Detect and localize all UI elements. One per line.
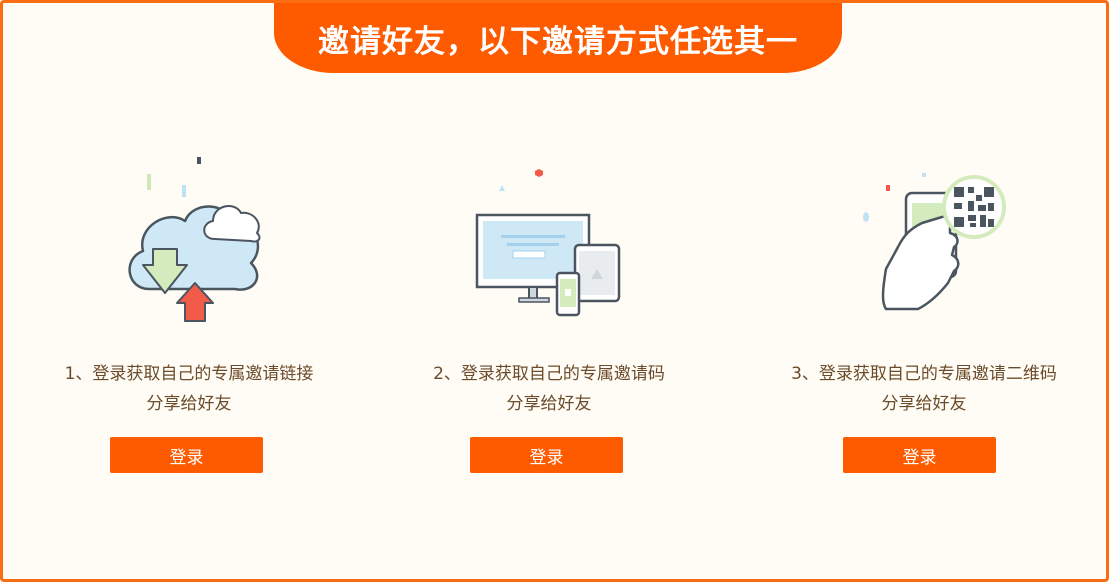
header-banner: 邀请好友，以下邀请方式任选其一 — [274, 3, 842, 73]
option-description-line2: 分享给好友 — [506, 394, 592, 414]
option-description: 1、登录获取自己的专属邀请链接 分享给好友 — [29, 359, 349, 419]
page-title: 邀请好友，以下邀请方式任选其一 — [318, 24, 798, 60]
login-button-link[interactable]: 登录 — [110, 437, 263, 473]
invite-option-link: 1、登录获取自己的专属邀请链接 分享给好友 登录 — [29, 143, 349, 483]
option-description-line1: 2、登录获取自己的专属邀请码 — [433, 364, 665, 384]
option-description-line1: 1、登录获取自己的专属邀请链接 — [64, 364, 314, 384]
multi-device-icon — [389, 143, 709, 333]
option-description-line2: 分享给好友 — [881, 394, 967, 414]
option-description-line2: 分享给好友 — [146, 394, 232, 414]
option-description-line1: 3、登录获取自己的专属邀请二维码 — [791, 364, 1057, 384]
login-button-qrcode[interactable]: 登录 — [843, 437, 996, 473]
option-description: 3、登录获取自己的专属邀请二维码 分享给好友 — [764, 359, 1084, 419]
invite-option-code: 2、登录获取自己的专属邀请码 分享给好友 登录 — [389, 143, 709, 483]
login-button-code[interactable]: 登录 — [470, 437, 623, 473]
cloud-upload-download-icon — [29, 143, 349, 333]
invite-panel: 邀请好友，以下邀请方式任选其一 1、登录获取自己的专属邀请链接 分享给好友 登录… — [0, 0, 1109, 582]
invite-option-qrcode: 3、登录获取自己的专属邀请二维码 分享给好友 登录 — [764, 143, 1084, 483]
phone-qr-code-icon — [764, 143, 1084, 333]
option-description: 2、登录获取自己的专属邀请码 分享给好友 — [389, 359, 709, 419]
